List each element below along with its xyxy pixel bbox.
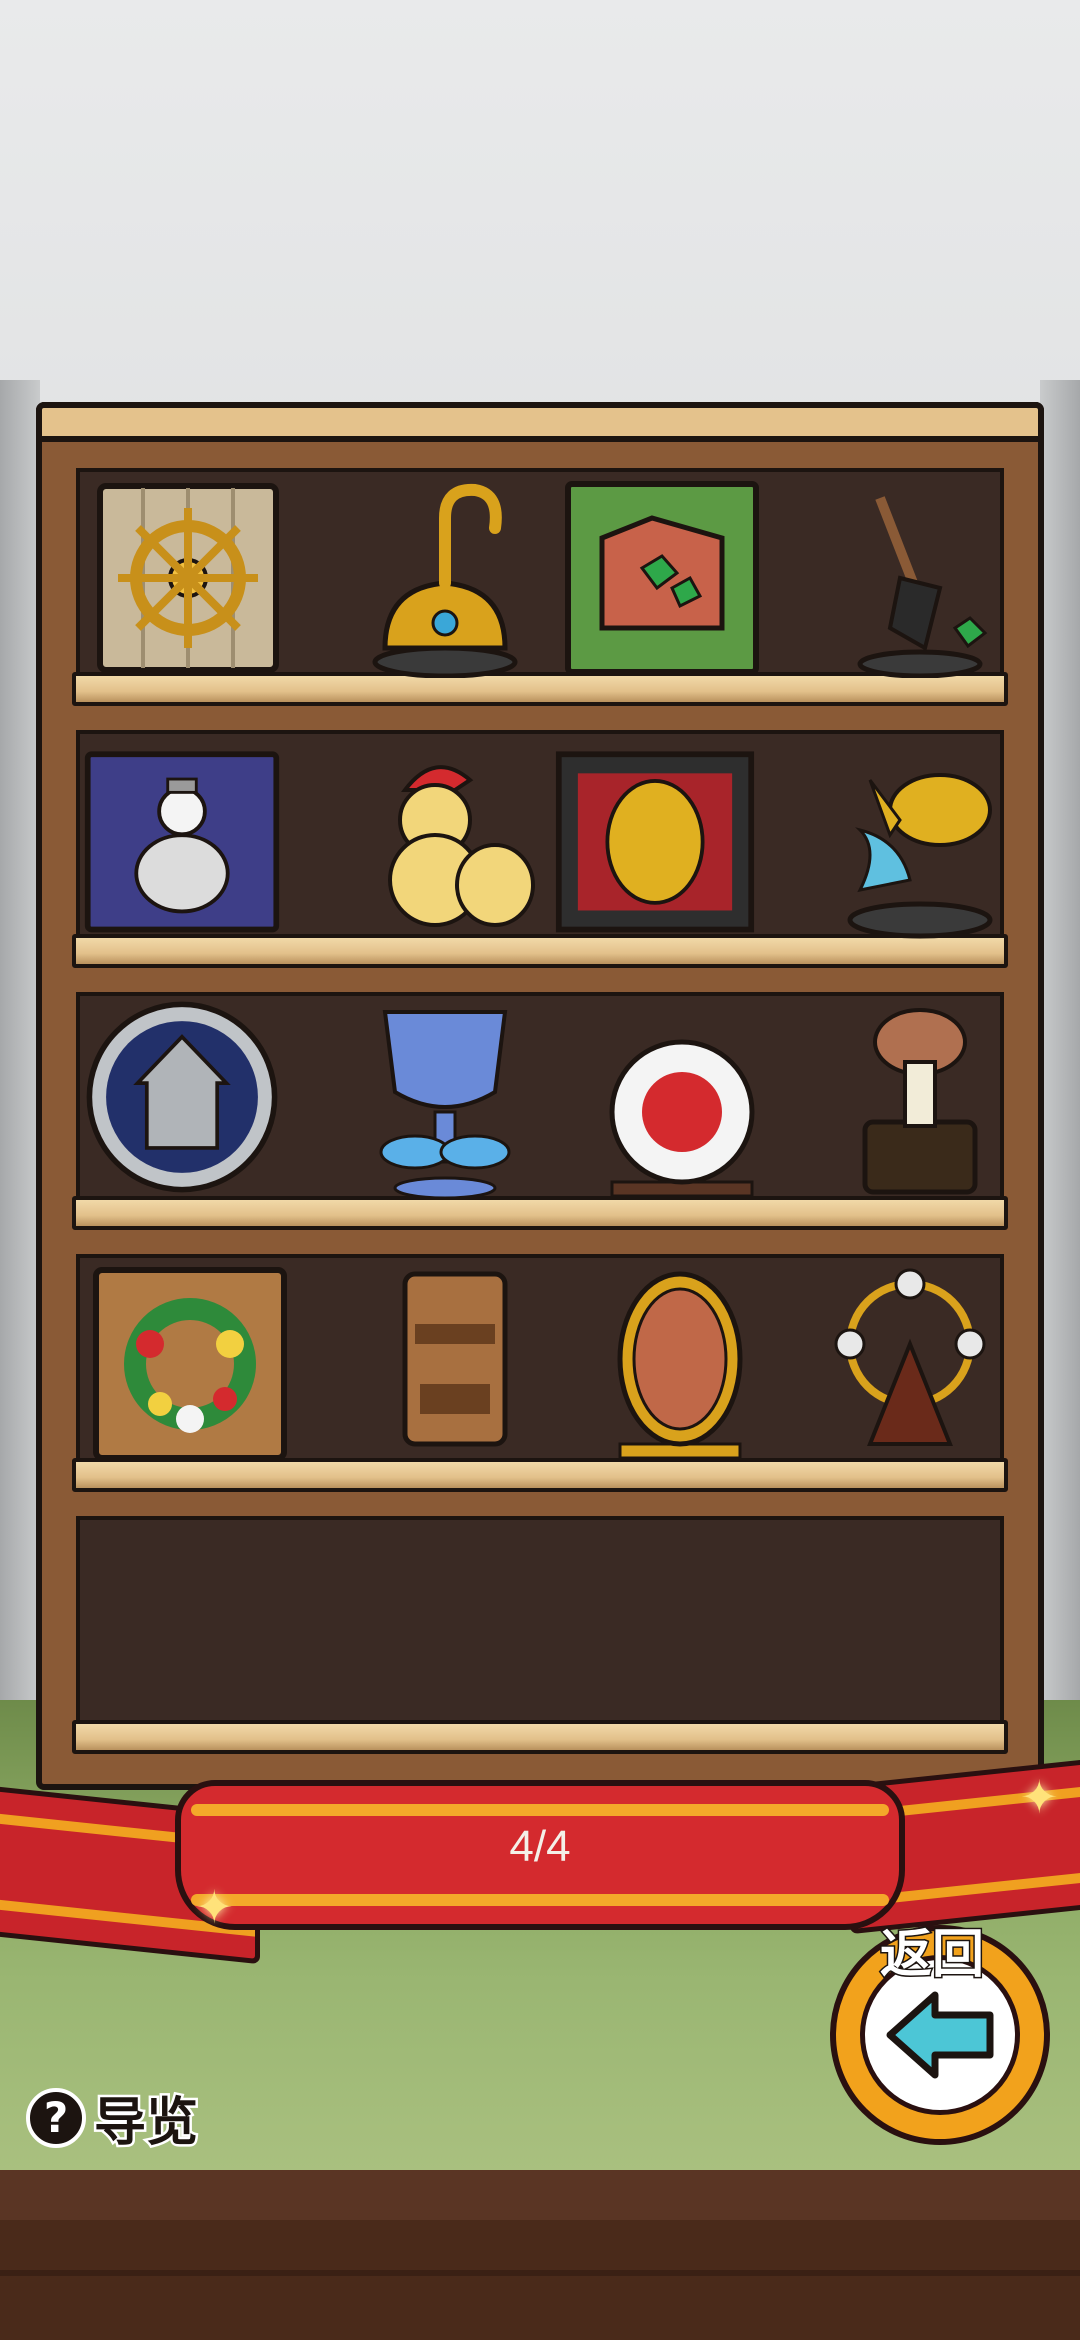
back-label[interactable]: 返回 (878, 1912, 985, 1987)
red-plate-display-icon[interactable] (582, 1002, 782, 1202)
tiki-statue-icon[interactable] (355, 1264, 555, 1464)
guide-label: 导览 (91, 2091, 200, 2156)
back-arrow-icon (886, 1991, 994, 2079)
guide-button[interactable]: ? 导览 (26, 2080, 201, 2156)
house-medallion-icon[interactable] (82, 1001, 282, 1202)
question-icon: ? (26, 2087, 86, 2148)
shovel-trophy-icon[interactable] (820, 478, 1020, 678)
ferris-wheel-trophy-icon[interactable] (810, 1264, 1010, 1464)
crystal-goblet-icon[interactable] (345, 1002, 545, 1202)
mushroom-statue-icon[interactable] (820, 1002, 1020, 1202)
wall-corner-right (1040, 380, 1080, 1720)
gold-coin-frame-icon[interactable] (555, 740, 755, 940)
sparkle-icon: ✦ (195, 1880, 234, 1934)
snowman-plaque-icon[interactable] (82, 740, 282, 940)
flower-wreath-plaque-icon[interactable] (90, 1264, 290, 1464)
golden-hook-trophy-icon[interactable] (345, 478, 545, 678)
ship-wheel-plaque-icon[interactable] (88, 478, 288, 678)
wall-corner-left (0, 380, 40, 1720)
copper-medal-stand-icon[interactable] (580, 1264, 780, 1464)
page-indicator: 4/4 (509, 1822, 571, 1871)
golden-fish-trophy-icon[interactable] (820, 740, 1020, 940)
green-gem-plaque-icon[interactable] (562, 478, 762, 678)
floor-baseboard (0, 2170, 1080, 2340)
sparkle-icon: ✦ (1020, 1770, 1059, 1824)
shelf-plank-5 (72, 1720, 1008, 1754)
shelf-5-back (76, 1516, 1004, 1742)
bookcase-top (36, 402, 1044, 442)
santa-statue-icon[interactable] (345, 740, 545, 940)
